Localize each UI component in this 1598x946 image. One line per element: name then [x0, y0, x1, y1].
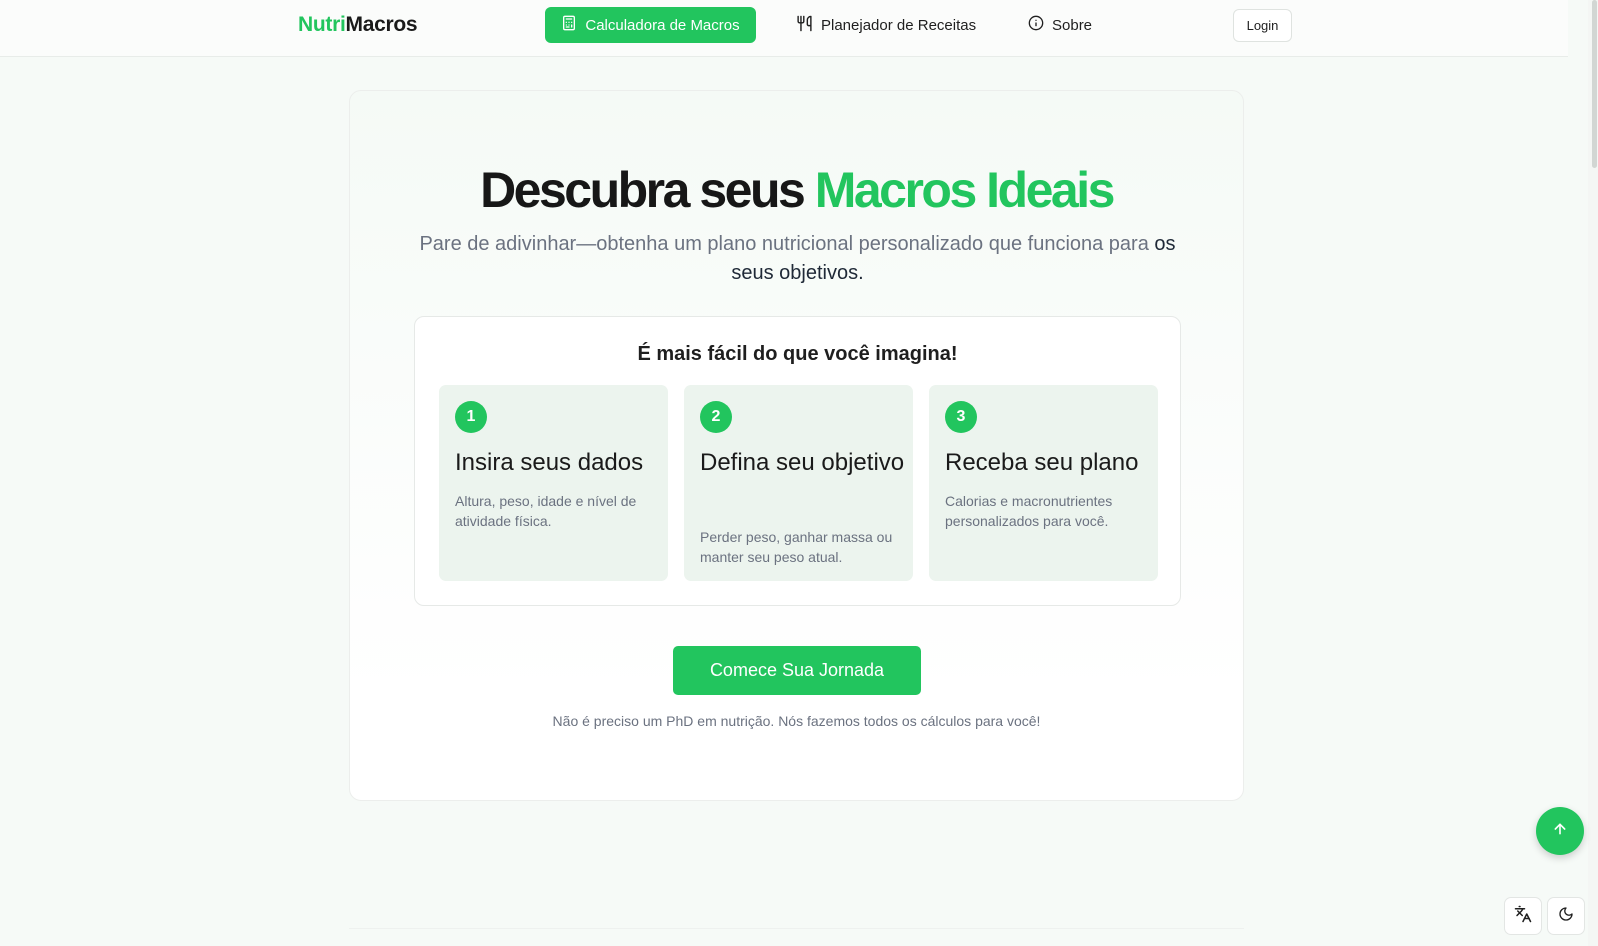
nav-item-label: Calculadora de Macros	[585, 16, 740, 34]
moon-icon	[1558, 906, 1574, 927]
scroll-to-top-button[interactable]	[1536, 807, 1584, 855]
nav-item-about[interactable]: Sobre	[1012, 7, 1108, 43]
info-icon	[1028, 15, 1044, 35]
login-button[interactable]: Login	[1233, 9, 1292, 42]
nav-item-label: Sobre	[1052, 16, 1093, 34]
step-card-2: 2 Defina seu objetivo Perder peso, ganha…	[684, 385, 913, 581]
step-title: Insira seus dados	[455, 449, 644, 476]
step-description: Altura, peso, idade e nível de atividade…	[455, 493, 637, 529]
divider	[349, 928, 1244, 929]
step-description: Perder peso, ganhar massa ou manter seu …	[700, 529, 893, 565]
calculator-icon	[561, 15, 577, 35]
arrow-up-icon	[1552, 821, 1568, 842]
step-number-badge: 3	[945, 401, 977, 433]
step-number-badge: 2	[700, 401, 732, 433]
step-title: Receba seu plano	[945, 449, 1139, 476]
nav-item-recipes[interactable]: Planejador de Receitas	[780, 7, 992, 43]
logo[interactable]: NutriMacros	[298, 13, 418, 37]
nav-item-label: Planejador de Receitas	[821, 16, 977, 34]
cta-note: Não é preciso um PhD em nutrição. Nós fa…	[552, 713, 1041, 729]
logo-suffix: Macros	[345, 13, 418, 36]
logo-prefix: Nutri	[298, 13, 346, 36]
hero-title-accent: Macros Ideais	[814, 162, 1116, 218]
theme-toggle-button[interactable]	[1547, 897, 1585, 935]
hero-card: Descubra seus Macros Ideais Pare de adiv…	[349, 90, 1244, 801]
step-title: Defina seu objetivo	[700, 449, 905, 476]
step-card-1: 1 Insira seus dados Altura, peso, idade …	[439, 385, 668, 581]
steps-card: É mais fácil do que você imagina! 1 Insi…	[414, 316, 1181, 606]
hero-subtitle: Pare de adivinhar—obtenha um plano nutri…	[410, 230, 1185, 288]
translate-icon	[1514, 905, 1532, 928]
hero-title: Descubra seus Macros Ideais	[350, 161, 1243, 219]
start-journey-button[interactable]: Comece Sua Jornada	[673, 646, 921, 695]
nav-item-calculator[interactable]: Calculadora de Macros	[545, 7, 756, 43]
hero-title-main: Descubra seus	[480, 162, 815, 218]
scrollbar-thumb[interactable]	[1592, 0, 1597, 168]
top-navbar: NutriMacros Calculadora de Macros Planej…	[0, 0, 1568, 57]
step-card-3: 3 Receba seu plano Calorias e macronutri…	[929, 385, 1158, 581]
step-description: Calorias e macronutrientes personalizado…	[945, 493, 1113, 529]
language-button[interactable]	[1504, 897, 1542, 935]
steps-title: É mais fácil do que você imagina!	[637, 343, 958, 365]
step-number-badge: 1	[455, 401, 487, 433]
utensils-icon	[796, 15, 813, 36]
hero-subtitle-main: Pare de adivinhar—obtenha um plano nutri…	[419, 233, 1155, 255]
